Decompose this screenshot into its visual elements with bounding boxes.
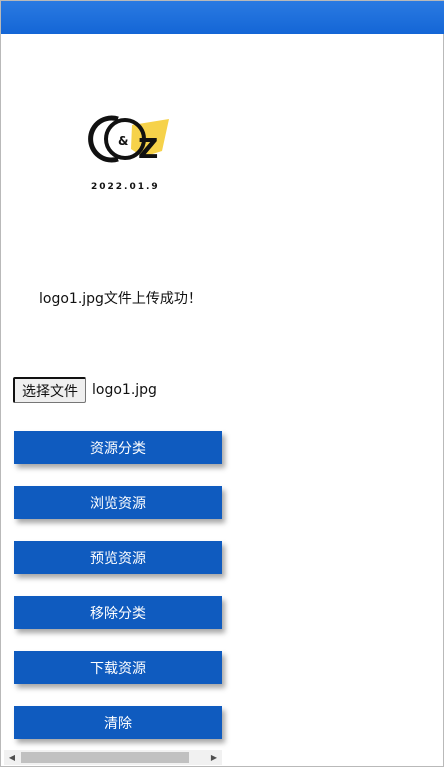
svg-text:2022.01.9: 2022.01.9 — [91, 182, 160, 192]
scrollbar-thumb[interactable] — [21, 752, 189, 763]
download-resource-button[interactable]: 下载资源 — [14, 651, 222, 684]
horizontal-scrollbar[interactable]: ◀ ▶ — [4, 750, 222, 765]
remove-category-button[interactable]: 移除分类 — [14, 596, 222, 629]
browse-resource-button[interactable]: 浏览资源 — [14, 486, 222, 519]
svg-text:Z: Z — [138, 132, 158, 165]
scroll-left-arrow-icon[interactable]: ◀ — [4, 750, 20, 765]
clear-button[interactable]: 清除 — [14, 706, 222, 739]
scroll-right-arrow-icon[interactable]: ▶ — [206, 750, 222, 765]
upload-success-message: logo1.jpg文件上传成功！ — [39, 291, 202, 307]
choose-file-button[interactable]: 选择文件 — [13, 377, 86, 403]
brand-logo-image: & Z 2022.01.9 — [85, 111, 169, 193]
logo-graphic: & Z 2022.01.9 — [88, 115, 169, 192]
selected-file-name: logo1.jpg — [92, 382, 157, 398]
resource-category-button[interactable]: 资源分类 — [14, 431, 222, 464]
svg-text:&: & — [118, 134, 128, 148]
app-frame: & Z 2022.01.9 logo1.jpg文件上传成功！ 选择文件 logo… — [0, 0, 444, 767]
top-header-bar — [1, 1, 444, 34]
file-input-row: 选择文件 logo1.jpg — [13, 376, 157, 404]
preview-resource-button[interactable]: 预览资源 — [14, 541, 222, 574]
